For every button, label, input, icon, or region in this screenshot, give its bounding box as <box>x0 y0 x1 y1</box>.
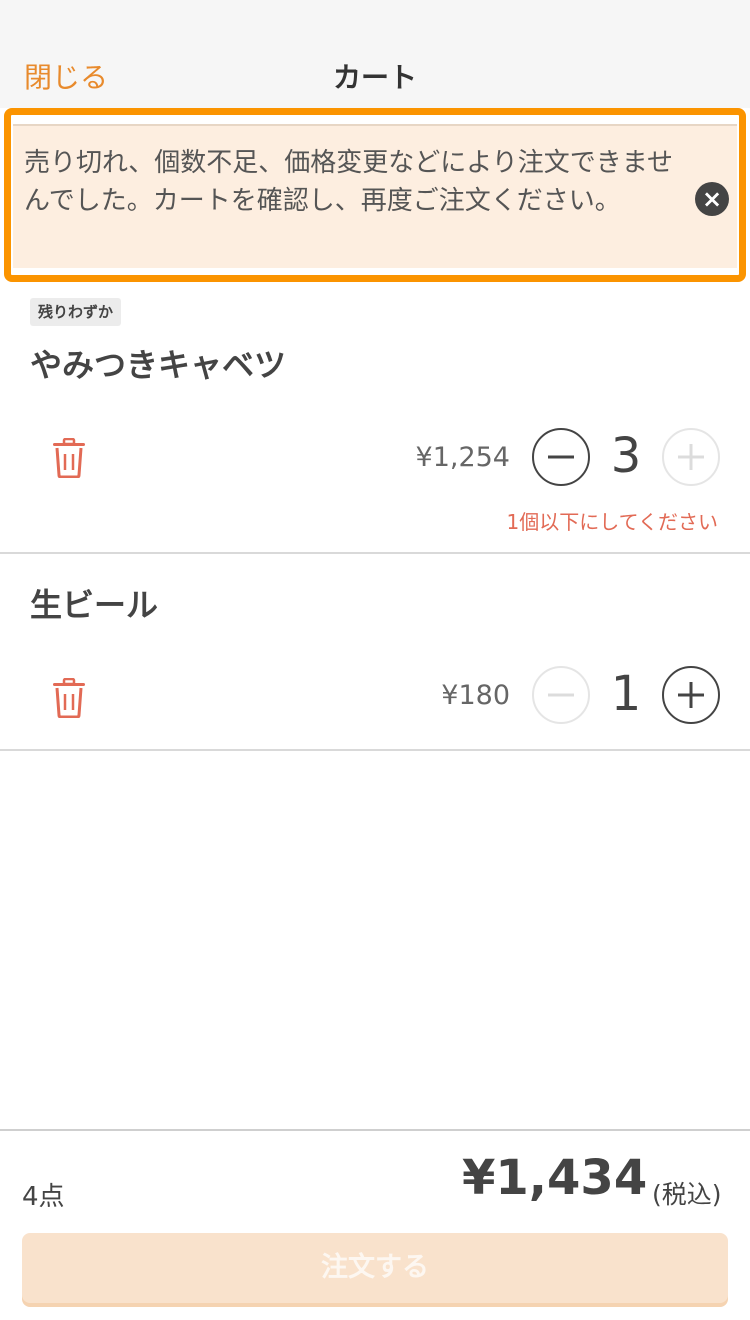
low-stock-badge: 残りわずか <box>30 298 122 326</box>
order-button[interactable]: 注文する <box>22 1233 728 1303</box>
total-price: ¥1,434 <box>462 1150 648 1206</box>
trash-icon[interactable] <box>52 677 86 719</box>
alert-message: 売り切れ、個数不足、価格変更などにより注文できませんでした。カートを確認し、再度… <box>24 148 673 216</box>
minus-icon[interactable] <box>532 428 590 486</box>
item-price: ¥180 <box>441 680 510 711</box>
minus-icon[interactable] <box>532 666 590 724</box>
quantity-value: 3 <box>610 428 642 484</box>
item-name: 生ビール <box>30 586 159 624</box>
item-price: ¥1,254 <box>415 442 510 473</box>
close-icon[interactable]: × <box>695 182 729 216</box>
item-name: やみつきキャベツ <box>30 346 287 384</box>
quantity-warning: 1個以下にしてください <box>506 510 718 534</box>
page-title: カート <box>332 61 417 94</box>
divider <box>0 749 750 751</box>
quantity-value: 1 <box>610 666 642 722</box>
item-count: 4点 <box>22 1182 65 1212</box>
plus-icon[interactable] <box>662 428 720 486</box>
plus-icon[interactable] <box>662 666 720 724</box>
tax-note: (税込) <box>652 1180 722 1209</box>
footer-divider <box>0 1129 750 1131</box>
trash-icon[interactable] <box>52 437 86 479</box>
divider <box>0 552 750 554</box>
